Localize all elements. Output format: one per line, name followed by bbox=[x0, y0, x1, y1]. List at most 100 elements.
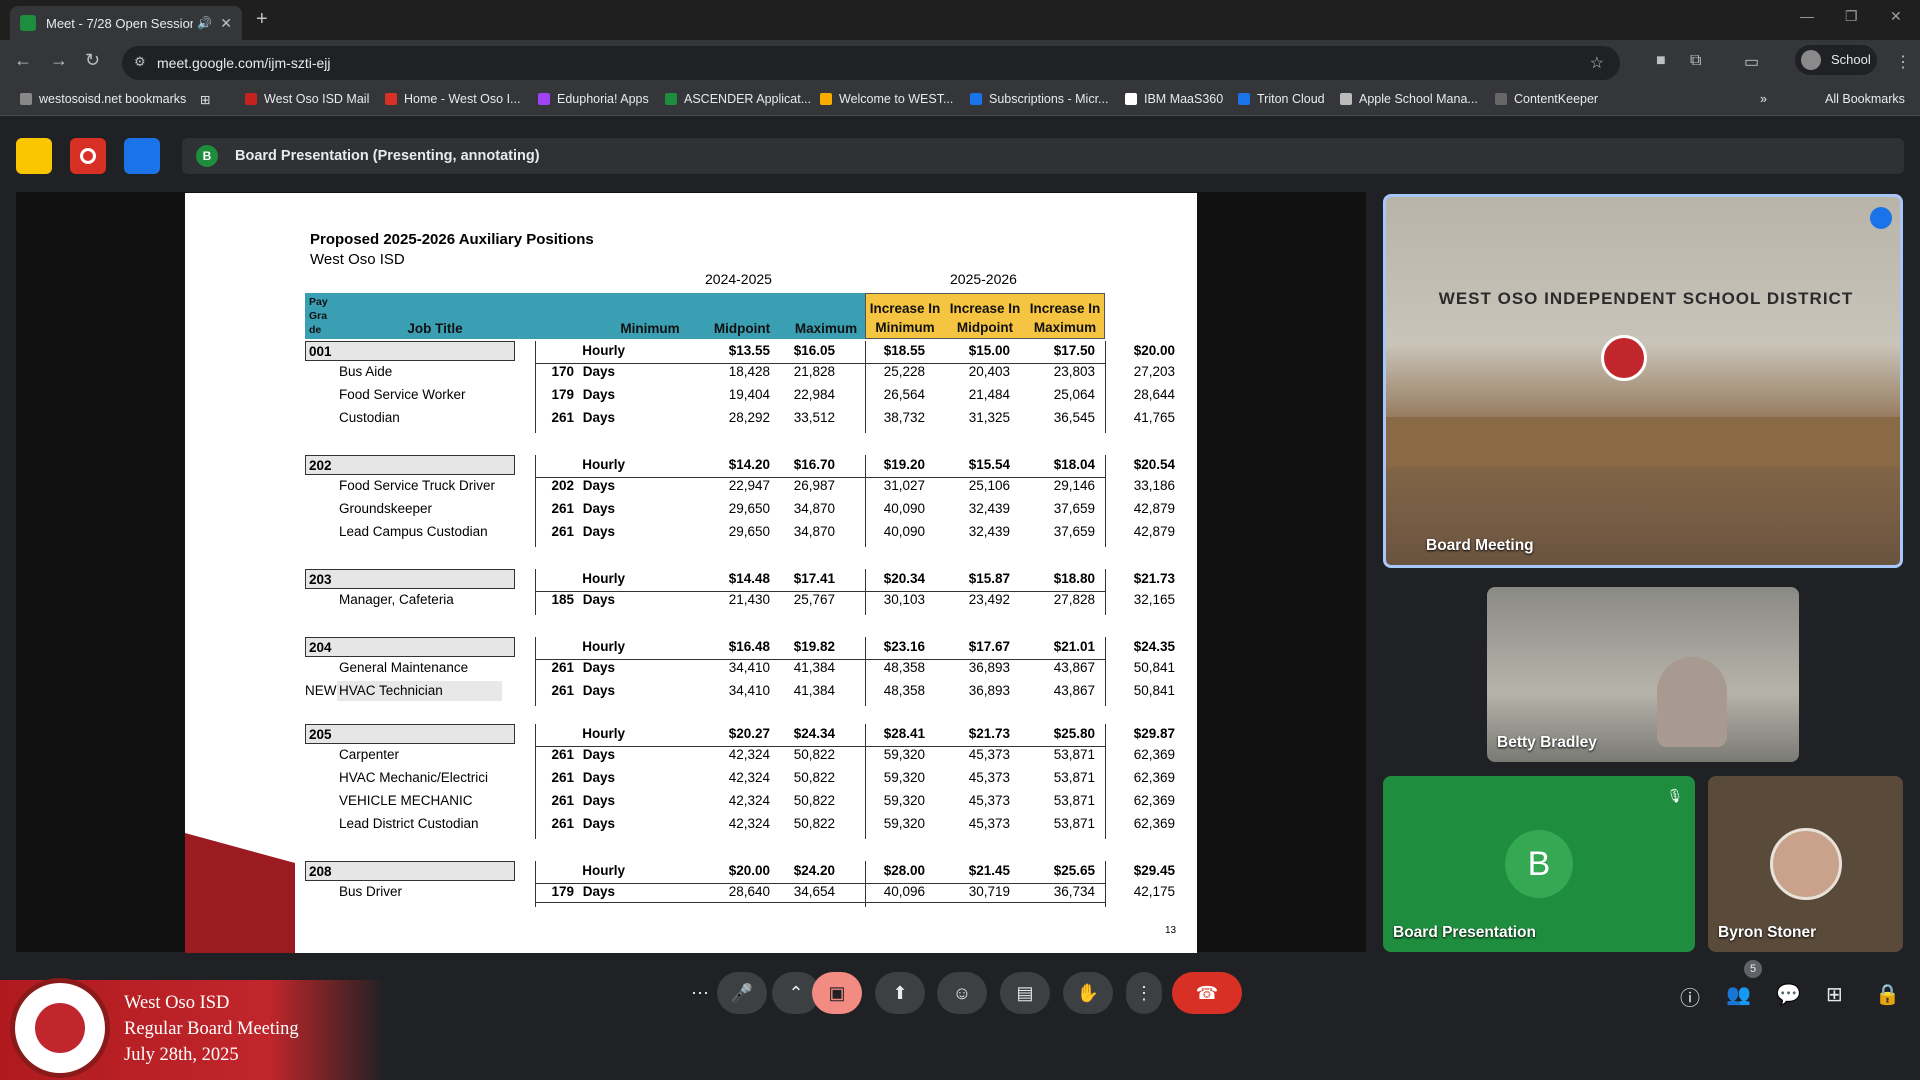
hourly-value: $20.54 bbox=[1133, 457, 1175, 472]
raise-hand-button[interactable]: ✋ bbox=[1063, 972, 1113, 1014]
slide-title: Proposed 2025-2026 Auxiliary Positions bbox=[310, 231, 594, 248]
address-bar[interactable]: ⚙ meet.google.com/ijm-szti-ejj ☆ bbox=[122, 46, 1620, 80]
bookmark-favicon-icon bbox=[1340, 93, 1352, 105]
bookmark-label: Welcome to WEST... bbox=[839, 92, 954, 106]
restore-icon[interactable]: ❐ bbox=[1845, 8, 1858, 25]
tile-betty-bradley[interactable]: Betty Bradley bbox=[1487, 587, 1799, 762]
col-border bbox=[1105, 861, 1106, 907]
forward-icon[interactable]: → bbox=[50, 50, 68, 71]
reload-icon[interactable]: ↻ bbox=[85, 50, 100, 71]
bookmark-item[interactable]: Home - West Oso I... bbox=[385, 92, 520, 106]
people-count-badge: 5 bbox=[1744, 960, 1762, 978]
minimize-icon[interactable]: — bbox=[1800, 8, 1814, 24]
pay-grade-cell: 202 bbox=[305, 455, 515, 475]
new-tab-icon[interactable]: + bbox=[256, 8, 268, 31]
salary-value: 34,870 bbox=[793, 501, 835, 516]
hdr-mid: Midpoint bbox=[713, 321, 771, 336]
extension-icon[interactable]: ■ bbox=[1656, 52, 1666, 70]
tab-title: Meet - 7/28 Open Session I bbox=[46, 15, 194, 31]
bookmark-item[interactable]: IBM MaaS360 bbox=[1125, 92, 1223, 106]
hourly-label: Hourly bbox=[582, 343, 625, 358]
salary-value: 33,186 bbox=[1133, 478, 1175, 493]
apps-icon[interactable]: ⊞ bbox=[200, 92, 210, 107]
hourly-value: $25.65 bbox=[1053, 863, 1095, 878]
salary-value: 45,373 bbox=[968, 793, 1010, 808]
microphone-button[interactable]: 🎤 bbox=[717, 972, 767, 1014]
activities-icon[interactable]: ⊞ bbox=[1826, 982, 1843, 1007]
bookmark-star-icon[interactable]: ☆ bbox=[1590, 53, 1604, 73]
record-icon[interactable] bbox=[70, 138, 106, 174]
hourly-value: $17.67 bbox=[968, 639, 1010, 654]
all-bookmarks-label: All Bookmarks bbox=[1825, 92, 1905, 106]
back-icon[interactable]: ← bbox=[14, 50, 32, 71]
tab-meet[interactable]: Meet - 7/28 Open Session I 🔊 ✕ bbox=[10, 6, 242, 40]
bookmark-item[interactable]: ContentKeeper bbox=[1495, 92, 1598, 106]
captions-button[interactable]: ▤ bbox=[1000, 972, 1050, 1014]
salary-value: 38,732 bbox=[883, 410, 925, 425]
emoji-button[interactable]: ☺ bbox=[937, 972, 987, 1014]
col-border bbox=[535, 724, 536, 839]
salary-value: 53,871 bbox=[1053, 793, 1095, 808]
overflow-icon[interactable]: » bbox=[1760, 92, 1767, 106]
chat-icon[interactable]: 💬 bbox=[1776, 982, 1801, 1007]
menu-icon[interactable]: ⋮ bbox=[1895, 52, 1911, 72]
days-count: 261 bbox=[551, 410, 574, 425]
presenting-icon[interactable] bbox=[16, 138, 52, 174]
bookmark-item[interactable]: Subscriptions - Micr... bbox=[970, 92, 1108, 106]
days-unit: Days bbox=[582, 884, 615, 899]
meet-window: B Board Presentation (Presenting, annota… bbox=[0, 116, 1920, 1080]
more-actions-icon[interactable]: ⋮ bbox=[1126, 972, 1162, 1014]
salary-value: 62,369 bbox=[1133, 816, 1175, 831]
close-window-icon[interactable]: ✕ bbox=[1890, 8, 1902, 25]
site-info-icon[interactable]: ⚙ bbox=[134, 54, 146, 70]
salary-value: 36,893 bbox=[968, 660, 1010, 675]
bookmark-item[interactable]: westosoisd.net bookmarks bbox=[20, 92, 186, 106]
all-bookmarks[interactable]: All Bookmarks bbox=[1825, 92, 1905, 106]
salary-value: 59,320 bbox=[883, 816, 925, 831]
presentation-banner: B Board Presentation (Presenting, annota… bbox=[182, 138, 1904, 174]
close-tab-icon[interactable]: ✕ bbox=[220, 15, 232, 32]
hdr-inc-min: Increase In Minimum bbox=[869, 301, 941, 335]
tile-name: Byron Stoner bbox=[1718, 924, 1817, 941]
bookmark-item[interactable]: Eduphoria! Apps bbox=[538, 92, 649, 106]
present-button[interactable]: ⬆ bbox=[875, 972, 925, 1014]
salary-value: 41,765 bbox=[1133, 410, 1175, 425]
bookmark-favicon-icon bbox=[1495, 93, 1507, 105]
more-options-icon[interactable]: ⋯ bbox=[680, 972, 720, 1014]
bookmark-item[interactable]: ASCENDER Applicat... bbox=[665, 92, 811, 106]
cast-icon[interactable]: ▭ bbox=[1744, 52, 1759, 72]
bookmark-item[interactable]: Triton Cloud bbox=[1238, 92, 1325, 106]
info-icon[interactable]: ⓘ bbox=[1680, 982, 1700, 1011]
job-title: Lead Campus Custodian bbox=[339, 524, 488, 539]
days-unit: Days bbox=[582, 747, 615, 762]
bookmark-item[interactable]: West Oso ISD Mail bbox=[245, 92, 369, 106]
hourly-value: $16.05 bbox=[793, 343, 835, 358]
bookmark-label: Subscriptions - Micr... bbox=[989, 92, 1109, 106]
people-icon[interactable]: 👥 bbox=[1726, 982, 1751, 1007]
profile-button[interactable]: School bbox=[1795, 45, 1877, 75]
bookmark-label: westosoisd.net bookmarks bbox=[39, 92, 187, 106]
hourly-value: $21.45 bbox=[968, 863, 1010, 878]
salary-value: 30,103 bbox=[883, 592, 925, 607]
bookmark-label: Eduphoria! Apps bbox=[557, 92, 649, 106]
tile-board-presentation[interactable]: B 🎙 Board Presentation bbox=[1383, 776, 1695, 952]
hourly-label: Hourly bbox=[582, 571, 625, 586]
leave-call-button[interactable]: ☎ bbox=[1172, 972, 1242, 1014]
bookmark-item[interactable]: Welcome to WEST... bbox=[820, 92, 953, 106]
hourly-label: Hourly bbox=[582, 863, 625, 878]
salary-value: 23,492 bbox=[968, 592, 1010, 607]
puzzle-icon[interactable]: ⧉ bbox=[1690, 52, 1701, 70]
tile-board-meeting[interactable]: WEST OSO INDEPENDENT SCHOOL DISTRICT Boa… bbox=[1383, 194, 1903, 568]
slide-subtitle: West Oso ISD bbox=[310, 251, 405, 268]
days-count: 202 bbox=[551, 478, 574, 493]
room-sign: WEST OSO INDEPENDENT SCHOOL DISTRICT bbox=[1438, 289, 1854, 308]
host-controls-icon[interactable]: 🔒 bbox=[1875, 982, 1900, 1007]
tile-byron-stoner[interactable]: Byron Stoner bbox=[1708, 776, 1903, 952]
camera-off-button[interactable]: ▣ bbox=[812, 972, 862, 1014]
lower-third-line3: July 28th, 2025 bbox=[124, 1045, 239, 1065]
salary-value: 50,841 bbox=[1133, 660, 1175, 675]
bookmark-item[interactable]: Apple School Mana... bbox=[1340, 92, 1478, 106]
annotate-icon[interactable] bbox=[124, 138, 160, 174]
mic-off-icon: 🎙 bbox=[1666, 788, 1683, 803]
salary-value: 26,987 bbox=[793, 478, 835, 493]
